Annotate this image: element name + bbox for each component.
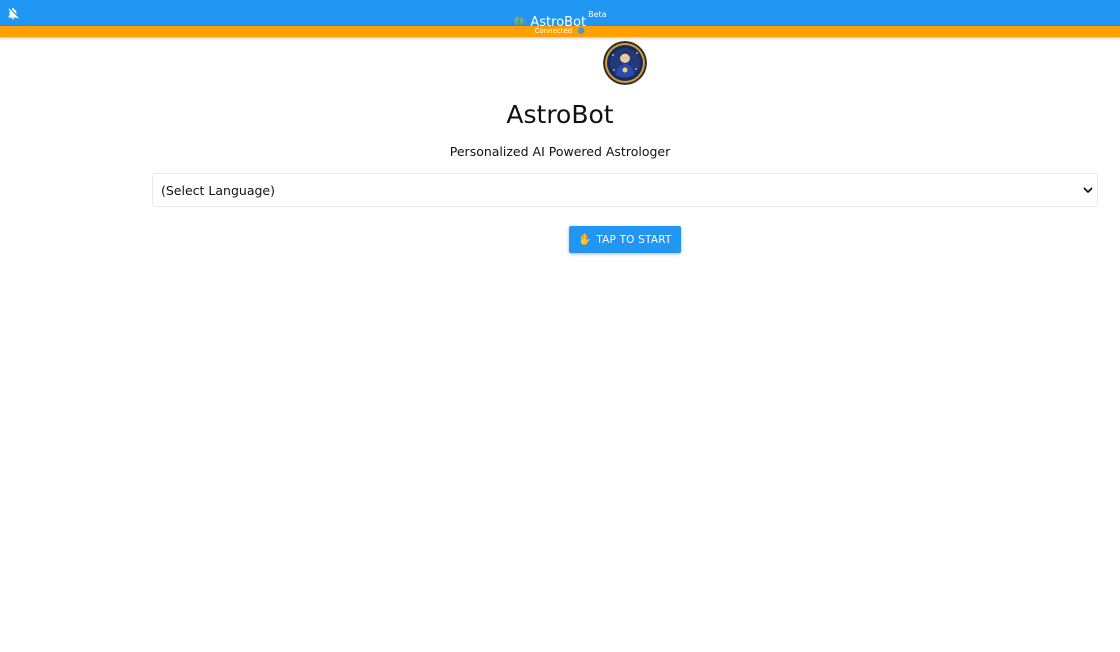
app-bar: AstroBotBeta xyxy=(0,0,1120,30)
connection-status-text: Connected xyxy=(534,27,573,35)
chevron-down-icon xyxy=(1083,187,1093,193)
globe-icon xyxy=(578,27,585,34)
app-title: AstroBotBeta xyxy=(0,0,1120,30)
connection-status-bar: Connected xyxy=(0,26,1120,37)
page-title: AstroBot xyxy=(506,100,614,129)
tap-to-start-button[interactable]: ✋ TAP TO START xyxy=(569,226,681,253)
language-select-value: (Select Language) xyxy=(161,183,275,198)
page-subtitle: Personalized AI Powered Astrologer xyxy=(449,144,671,159)
tap-to-start-label: TAP TO START xyxy=(596,233,672,246)
language-select[interactable]: (Select Language) xyxy=(152,173,1098,207)
beta-badge: Beta xyxy=(588,10,607,19)
raised-hand-icon: ✋ xyxy=(578,233,593,246)
astrologer-avatar xyxy=(603,41,647,85)
